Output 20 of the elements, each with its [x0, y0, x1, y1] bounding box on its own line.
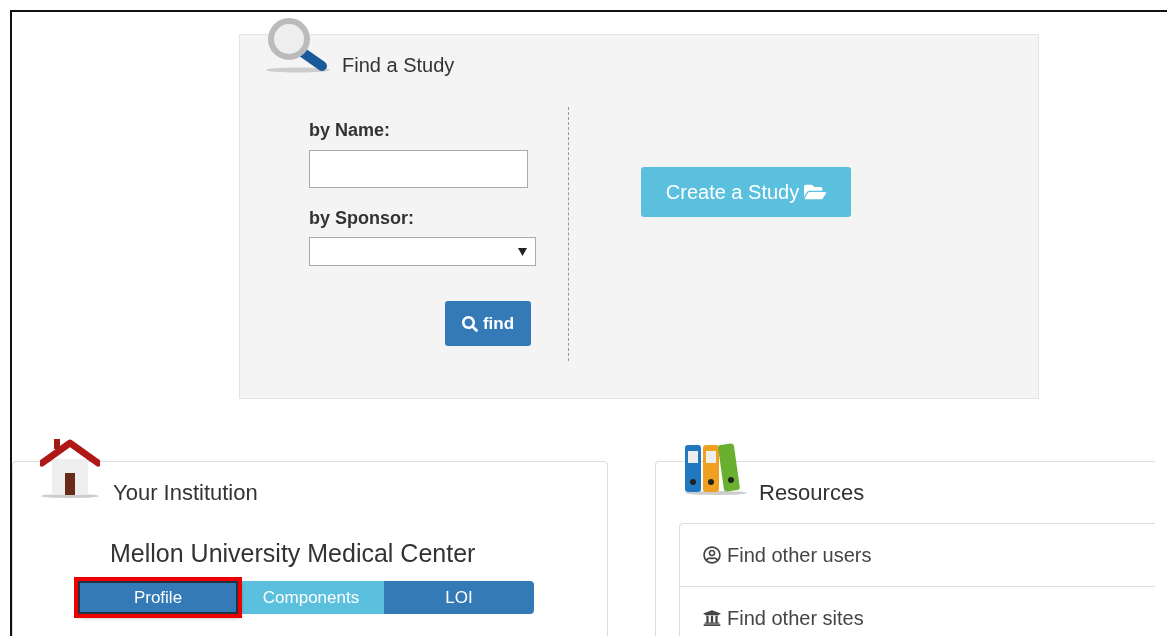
link-text: Find other sites: [727, 606, 864, 630]
panel-title: Resources: [759, 480, 865, 505]
find-button[interactable]: find: [445, 301, 531, 346]
field-label: by Sponsor:: [309, 208, 415, 229]
link-text: Find other users: [727, 543, 872, 567]
house-icon: [40, 437, 100, 499]
building-icon: [703, 609, 721, 627]
search-icon: [461, 315, 478, 332]
institution-name: Mellon University Medical Center: [110, 539, 477, 568]
resource-link[interactable]: Find other sites: [680, 587, 1155, 636]
resource-link[interactable]: Find other users: [680, 524, 1155, 587]
panel-title: Find a Study: [342, 54, 455, 76]
binders-icon: [683, 442, 749, 496]
sponsor-select[interactable]: [309, 237, 536, 266]
caret-icon: [518, 247, 527, 256]
field-label: by Name:: [309, 120, 392, 141]
user-icon: [703, 546, 721, 564]
name-input-field[interactable]: [309, 150, 528, 188]
group-button[interactable]: LOI: [384, 581, 534, 614]
panel-title: Your Institution: [113, 480, 259, 506]
